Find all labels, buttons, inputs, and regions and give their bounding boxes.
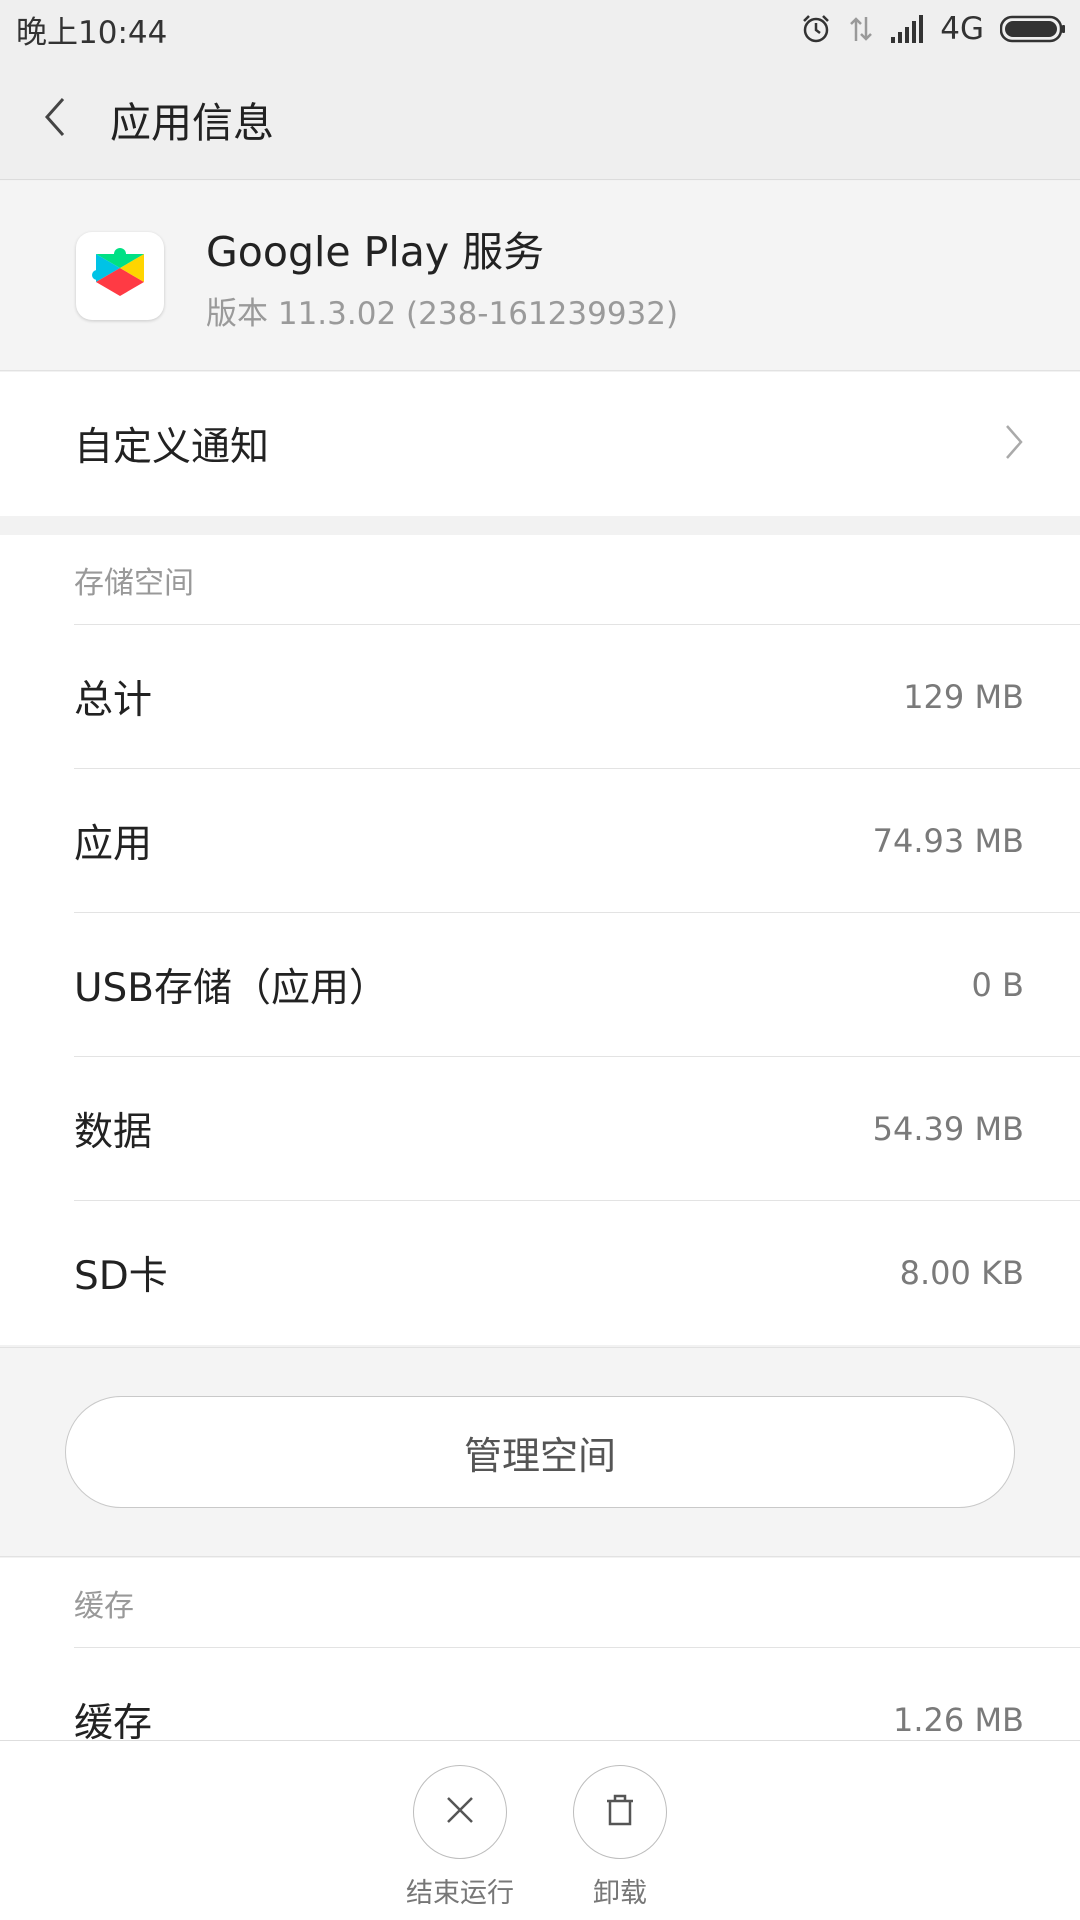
uninstall-button[interactable] [573, 1765, 667, 1859]
app-name: Google Play 服务 [206, 228, 545, 276]
app-version: 版本 11.3.02 (238-161239932) [206, 296, 679, 332]
signal-icon [890, 15, 924, 43]
back-button[interactable] [0, 58, 110, 180]
row-label: USB存储（应用） [74, 966, 389, 1011]
storage-row-total: 总计 129 MB [0, 625, 1080, 769]
cache-row: 缓存 1.26 MB [0, 1648, 1080, 1740]
storage-row-data: 数据 54.39 MB [0, 1057, 1080, 1201]
uninstall-label: 卸载 [593, 1878, 647, 1909]
force-stop-label: 结束运行 [406, 1878, 514, 1909]
row-label: SD卡 [74, 1254, 168, 1299]
app-bar: 应用信息 [0, 58, 1080, 180]
cache-section-title: 缓存 [0, 1558, 1080, 1648]
storage-row-usb: USB存储（应用） 0 B [0, 913, 1080, 1057]
trash-icon [604, 1793, 636, 1831]
battery-icon [1000, 15, 1066, 43]
bottom-action-bar: 结束运行 卸载 [0, 1740, 1080, 1920]
google-play-services-icon [76, 231, 164, 320]
status-time: 晚上10:44 [16, 14, 168, 51]
custom-notification-label: 自定义通知 [74, 425, 270, 470]
manage-space-button[interactable]: 管理空间 [65, 1396, 1015, 1508]
chevron-left-icon [43, 96, 67, 142]
app-info: Google Play 服务 版本 11.3.02 (238-161239932… [0, 181, 1080, 371]
notification-section: 自定义通知 [0, 372, 1080, 516]
force-stop-action[interactable]: 结束运行 [405, 1765, 515, 1920]
row-value: 129 MB [903, 678, 1024, 716]
row-label: 应用 [74, 822, 153, 867]
row-value: 74.93 MB [872, 822, 1024, 860]
row-value: 54.39 MB [872, 1110, 1024, 1148]
row-value: 8.00 KB [899, 1254, 1024, 1292]
uninstall-action[interactable]: 卸载 [565, 1765, 675, 1920]
cache-section: 缓存 缓存 1.26 MB [0, 1558, 1080, 1740]
storage-row-app: 应用 74.93 MB [0, 769, 1080, 913]
row-value: 0 B [971, 966, 1024, 1004]
storage-section: 存储空间 总计 129 MB 应用 74.93 MB USB存储（应用） 0 B… [0, 535, 1080, 1345]
force-stop-button[interactable] [413, 1765, 507, 1859]
chevron-right-icon [1004, 423, 1024, 465]
status-icons: 4G [800, 11, 1066, 47]
custom-notification-row[interactable]: 自定义通知 [0, 372, 1080, 516]
close-icon [445, 1795, 475, 1829]
alarm-icon [800, 13, 832, 45]
page-title: 应用信息 [110, 98, 274, 147]
data-arrows-icon [848, 13, 874, 45]
network-type: 4G [940, 11, 984, 47]
row-label: 数据 [74, 1110, 153, 1155]
manage-space-area: 管理空间 [0, 1347, 1080, 1557]
row-label: 总计 [74, 678, 153, 723]
status-bar: 晚上10:44 4G [0, 0, 1080, 58]
row-value: 1.26 MB [893, 1701, 1024, 1739]
storage-row-sd: SD卡 8.00 KB [0, 1201, 1080, 1345]
row-label: 缓存 [74, 1701, 153, 1740]
storage-section-title: 存储空间 [0, 535, 1080, 625]
